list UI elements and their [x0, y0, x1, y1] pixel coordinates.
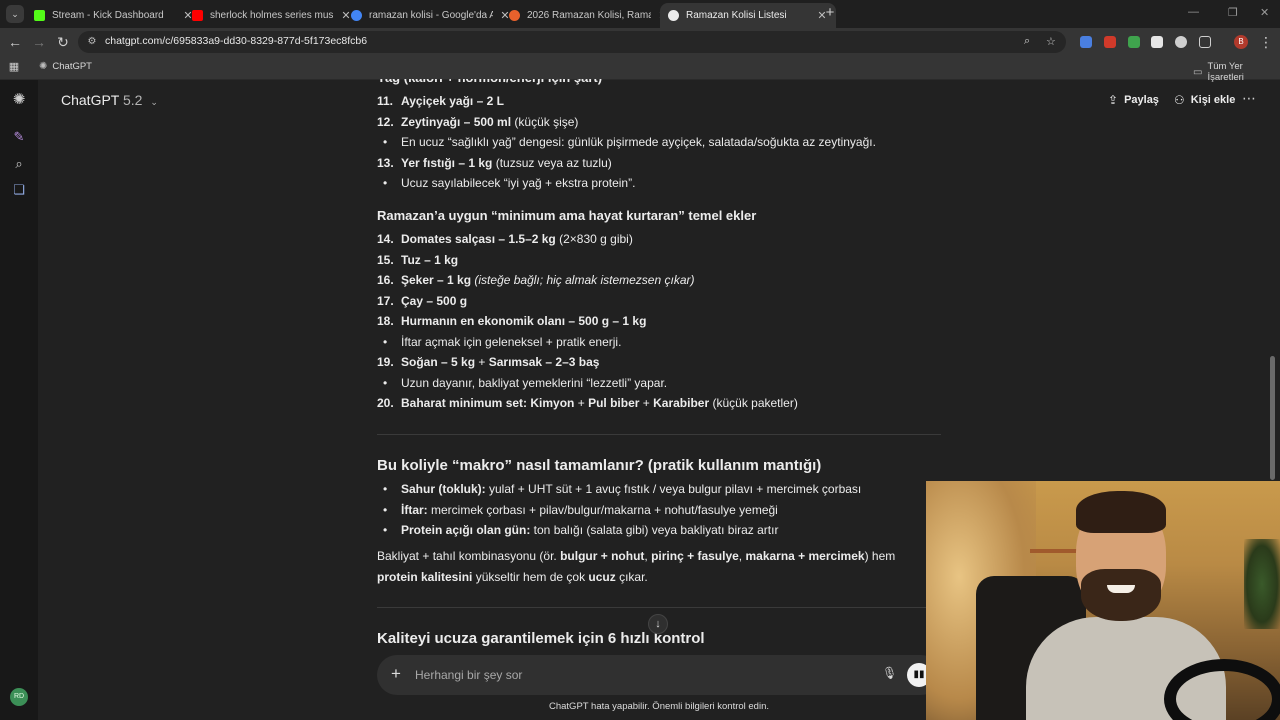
list-item-17: 17. Çay – 500 g [377, 294, 468, 308]
new-tab-icon[interactable]: + [822, 5, 838, 21]
restore-icon[interactable]: ❐ [1228, 6, 1238, 19]
tab-ramazan-kolisi-2026[interactable]: 2026 Ramazan Kolisi, Ramazan ✕ [501, 3, 677, 28]
list-bullet: • Uzun dayanır, bakliyat yemeklerini “lez… [383, 376, 668, 390]
list-item-19: 19. Soğan – 5 kg + Sarımsak – 2–3 baş [377, 355, 600, 369]
add-person-label: Kişi ekle [1190, 94, 1236, 106]
tab-title: ramazan kolisi - Google'da Ara [369, 10, 493, 21]
list-item-16: 16. Şeker – 1 kg (isteğe bağlı; hiç almak… [377, 273, 695, 287]
webcam-person-smile [1107, 585, 1135, 593]
tab-kick-dashboard[interactable]: Stream - Kick Dashboard ✕ [26, 3, 202, 28]
bookmark-chatgpt[interactable]: ✺ ChatGPT [39, 61, 92, 72]
add-person-icon: ⚇ [1174, 93, 1185, 107]
extension-icon[interactable] [1175, 36, 1187, 48]
chatgpt-favicon-icon [668, 10, 679, 21]
list-bullet: • İftar açmak için geleneksel + pratik en… [383, 335, 622, 349]
browser-toolbar: ← → ↻ ⚙ chatgpt.com/c/695833a9-dd30-8329… [0, 28, 1280, 56]
model-version: 5.2 [123, 92, 143, 108]
share-icon: ⇪ [1108, 93, 1119, 107]
chevron-down-icon: ⌄ [150, 97, 158, 107]
tab-title: sherlock holmes series music - [210, 10, 334, 21]
apps-grid-icon[interactable]: ▦ [6, 59, 22, 75]
list-item-11: 11. Ayçiçek yağı – 2 L [377, 94, 504, 108]
library-icon[interactable]: ❏ [11, 182, 27, 198]
tab-youtube-sherlock[interactable]: sherlock holmes series music - ✕ [184, 3, 360, 28]
share-label: Paylaş [1124, 94, 1159, 106]
sidebar-rail: ✺ ✎ ⌕ ❏ RD [0, 80, 38, 720]
more-options-icon[interactable]: ⋯ [1242, 90, 1256, 107]
tab-search-icon[interactable]: ⌄ [6, 5, 24, 23]
site-favicon-icon [509, 10, 520, 21]
folder-icon: ▭ [1193, 66, 1203, 78]
youtube-favicon-icon [192, 10, 203, 21]
tab-google-search[interactable]: ramazan kolisi - Google'da Ara ✕ [343, 3, 519, 28]
google-favicon-icon [351, 10, 362, 21]
list-bullet: • En ucuz “sağlıklı yağ” dengesi: günlük … [383, 135, 876, 149]
scroll-to-bottom-button[interactable]: ↓ [648, 614, 668, 634]
tab-title: Ramazan Kolisi Listesi [686, 10, 787, 21]
list-bullet: • Ucuz sayılabilecek “iyi yağ + ekstra pr… [383, 176, 636, 190]
webcam-overlay [926, 481, 1280, 720]
webcam-person-beard [1081, 569, 1161, 621]
share-button[interactable]: ⇪ Paylaş [1108, 93, 1159, 107]
bookmarks-bar: ▦ ✺ ChatGPT ▭ Tüm Yer İşaretleri [0, 56, 1280, 83]
list-bullet: • İftar: mercimek çorbası + pilav/bulgur/… [383, 503, 778, 517]
list-item-18: 18. Hurmanın en ekonomik olanı – 500 g – … [377, 314, 647, 328]
shield-extension-icon[interactable] [1128, 36, 1140, 48]
minimize-icon[interactable]: — [1188, 6, 1199, 18]
prompt-input[interactable] [415, 664, 855, 686]
list-item-20: 20. Baharat minimum set: Kimyon + Pul bib… [377, 396, 798, 410]
divider [377, 434, 941, 435]
list-bullet: • Sahur (tokluk): yulaf + UHT süt + 1 avu… [383, 482, 862, 496]
bookmark-star-icon[interactable]: ☆ [1046, 35, 1056, 48]
pdf-extension-icon[interactable] [1104, 36, 1116, 48]
browser-tab-strip: ⌄ Stream - Kick Dashboard ✕ sherlock hol… [0, 0, 1280, 28]
extensions-puzzle-icon[interactable] [1199, 36, 1211, 48]
webcam-person-hair [1076, 491, 1166, 533]
extension-icon[interactable] [1080, 36, 1092, 48]
forward-icon[interactable]: → [31, 34, 47, 50]
kick-favicon-icon [34, 10, 45, 21]
chatgpt-logo-icon: ✺ [39, 61, 48, 72]
model-name: ChatGPT [61, 92, 120, 108]
list-bullet: • Protein açığı olan gün: ton balığı (sal… [383, 523, 779, 537]
extension-icon[interactable] [1151, 36, 1163, 48]
attach-plus-icon[interactable]: + [391, 664, 401, 684]
combo-paragraph: Bakliyat + tahıl kombinasyonu (ör. bulgu… [377, 549, 896, 584]
window-close-icon[interactable]: ✕ [1260, 6, 1269, 19]
back-icon[interactable]: ← [7, 34, 23, 50]
profile-avatar[interactable]: B [1234, 35, 1248, 49]
list-item-14: 14. Domates salçası – 1.5–2 kg (2×830 g g… [377, 232, 633, 246]
page-scrollbar[interactable] [1270, 356, 1275, 480]
tab-ramazan-kolisi-listesi[interactable]: Ramazan Kolisi Listesi ✕ [660, 3, 836, 28]
reload-icon[interactable]: ↻ [55, 34, 71, 50]
address-bar[interactable]: ⚙ chatgpt.com/c/695833a9-dd30-8329-877d-… [78, 31, 1066, 53]
chat-header: ChatGPT 5.2 ⌄ ⇪ Paylaş ⚇ Kişi ekle ⋯ [38, 80, 1280, 120]
microphone-icon[interactable]: 🎙︎ [882, 666, 897, 680]
divider [377, 607, 941, 608]
model-selector[interactable]: ChatGPT 5.2 ⌄ [61, 92, 158, 108]
chatgpt-logo-icon[interactable]: ✺ [11, 92, 27, 108]
browser-menu-icon[interactable]: ⋮ [1258, 34, 1274, 50]
new-chat-icon[interactable]: ✎ [11, 129, 27, 145]
message-composer: + 🎙︎ ▮▮ [377, 655, 941, 695]
list-item-15: 15. Tuz – 1 kg [377, 253, 459, 267]
zoom-icon[interactable]: ⌕ [1024, 35, 1030, 48]
url-text[interactable]: chatgpt.com/c/695833a9-dd30-8329-877d-5f… [105, 35, 367, 47]
webcam-plant [1244, 539, 1280, 629]
list-item-12: 12. Zeytinyağı – 500 ml (küçük şişe) [377, 115, 579, 129]
tab-title: Stream - Kick Dashboard [52, 10, 164, 21]
bookmark-label: ChatGPT [52, 61, 92, 72]
section-heading-macro: Bu koliyle “makro” nasıl tamamlanır? (pr… [377, 457, 822, 474]
tab-title: 2026 Ramazan Kolisi, Ramazan [527, 10, 651, 21]
search-icon[interactable]: ⌕ [11, 156, 27, 172]
add-person-button[interactable]: ⚇ Kişi ekle [1174, 93, 1235, 107]
list-item-13: 13. Yer fıstığı – 1 kg (tuzsuz veya az tu… [377, 156, 612, 170]
section-heading-basics: Ramazan’a uygun “minimum ama hayat kurta… [377, 208, 757, 223]
site-info-icon[interactable]: ⚙ [86, 36, 98, 48]
